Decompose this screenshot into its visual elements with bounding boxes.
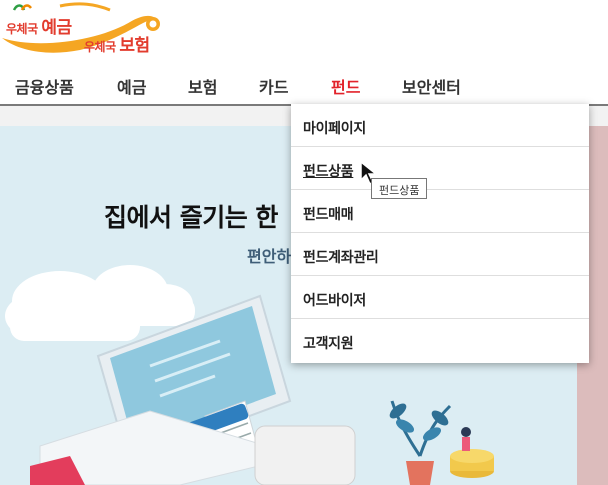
menu-item-label: 펀드매매: [303, 207, 354, 223]
menu-item-advisor[interactable]: 어드바이저: [291, 276, 589, 319]
menu-item-label: 마이페이지: [303, 121, 366, 137]
logo-deposit-text: 우체국 예금: [6, 18, 72, 38]
nav-item-financial-products[interactable]: 금융상품: [15, 74, 74, 98]
menu-item-label: 어드바이저: [303, 293, 366, 309]
menu-item-fund-trading[interactable]: 펀드매매: [291, 190, 589, 233]
person-icon: [461, 427, 471, 451]
menu-item-label: 고객지원: [303, 336, 354, 352]
fund-dropdown-menu: 마이페이지 펀드상품 펀드매매 펀드계좌관리 어드바이저 고객지원: [291, 104, 589, 363]
menu-item-fund-account-management[interactable]: 펀드계좌관리: [291, 233, 589, 276]
logo-insurance-text: 우체국 보험: [84, 36, 150, 56]
logo[interactable]: 우체국 예금 우체국 보험: [0, 0, 170, 60]
tooltip: 펀드상품: [371, 178, 428, 199]
nav-item-fund[interactable]: 펀드: [331, 74, 360, 98]
page: 우체국 예금 우체국 보험 금융상품 예금 보험 카드 펀드 보안센터 집에서 …: [0, 0, 608, 485]
menu-item-my-page[interactable]: 마이페이지: [291, 104, 589, 147]
plant-icon: [389, 400, 452, 485]
cloud-icon: [85, 265, 195, 326]
banner-title: 집에서 즐기는 한: [104, 203, 278, 232]
menu-item-fund-products[interactable]: 펀드상품: [291, 147, 589, 190]
menu-item-label: 펀드상품: [303, 164, 354, 180]
printer-icon: [254, 425, 356, 485]
nav-item-deposit[interactable]: 예금: [117, 74, 146, 98]
nav-item-insurance[interactable]: 보험: [188, 74, 217, 98]
menu-item-customer-support[interactable]: 고객지원: [291, 319, 589, 362]
nav-item-card[interactable]: 카드: [259, 74, 288, 98]
main-nav: 금융상품 예금 보험 카드 펀드 보안센터: [0, 66, 608, 104]
coins-icon: [450, 449, 494, 478]
nav-item-security-center[interactable]: 보안센터: [402, 74, 461, 98]
banner-subtitle: 편안하: [247, 247, 292, 266]
menu-item-label: 펀드계좌관리: [303, 250, 379, 266]
